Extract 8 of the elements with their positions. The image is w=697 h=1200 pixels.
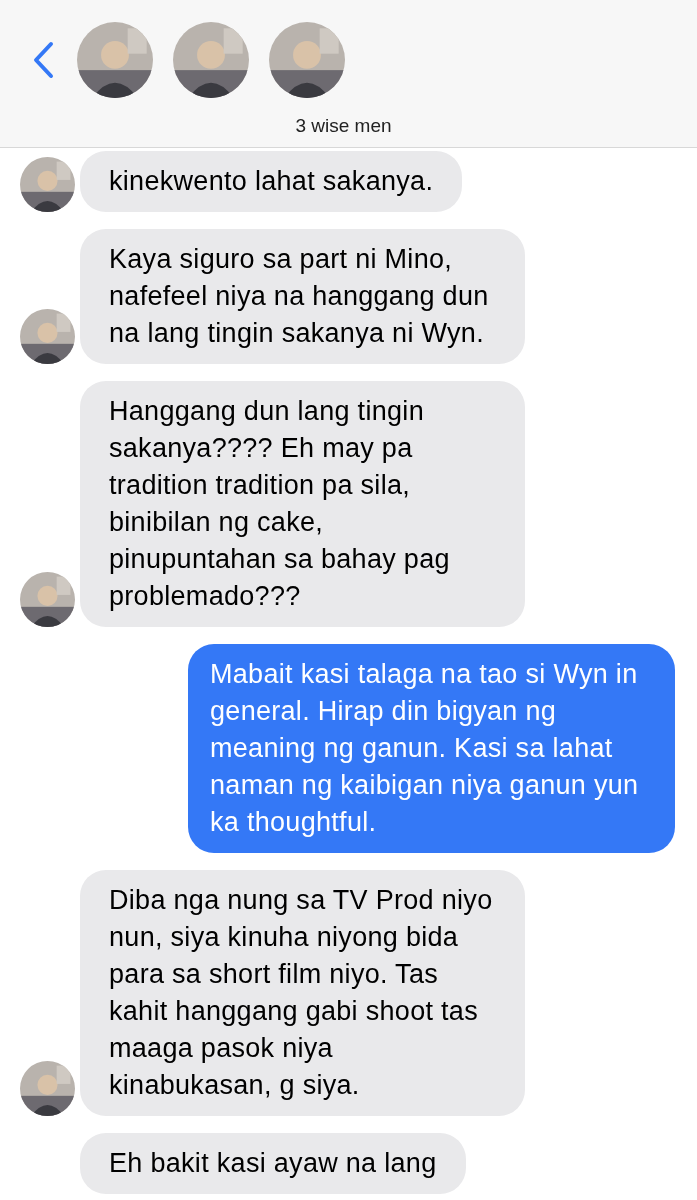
received-message-bubble: Eh bakit kasi ayaw na lang: [80, 1133, 466, 1194]
sent-message-bubble: Mabait kasi talaga na tao si Wyn in general. Hirap din bigyan ng meaning ng ganun. Kasi sa lahat naman ng kaibigan niya ganun yun ka thoughtful.: [188, 644, 675, 853]
back-icon[interactable]: [32, 41, 54, 79]
received-message-bubble: kinekwento lahat sakanya.: [80, 151, 463, 212]
received-message-bubble: Hanggang dun lang tingin sakanya???? Eh may pa tradition tradition pa sila, binibilan ng cake, pinupuntahan sa bahay pag problemado???: [80, 381, 525, 627]
group-name[interactable]: 3 wise men: [295, 112, 392, 141]
received-message-bubble: Kaya siguro sa part ni Mino, nafefeel niya na hanggang dun na lang tingin sakanya ni Wyn.: [80, 229, 525, 364]
received-message-bubble: Diba nga nung sa TV Prod niyo nun, siya kinuha niyong bida para sa short film niyo. Tas kahit hanggang gabi shoot tas maaga pasok niya kinabukasan, g siya.: [80, 870, 525, 1116]
